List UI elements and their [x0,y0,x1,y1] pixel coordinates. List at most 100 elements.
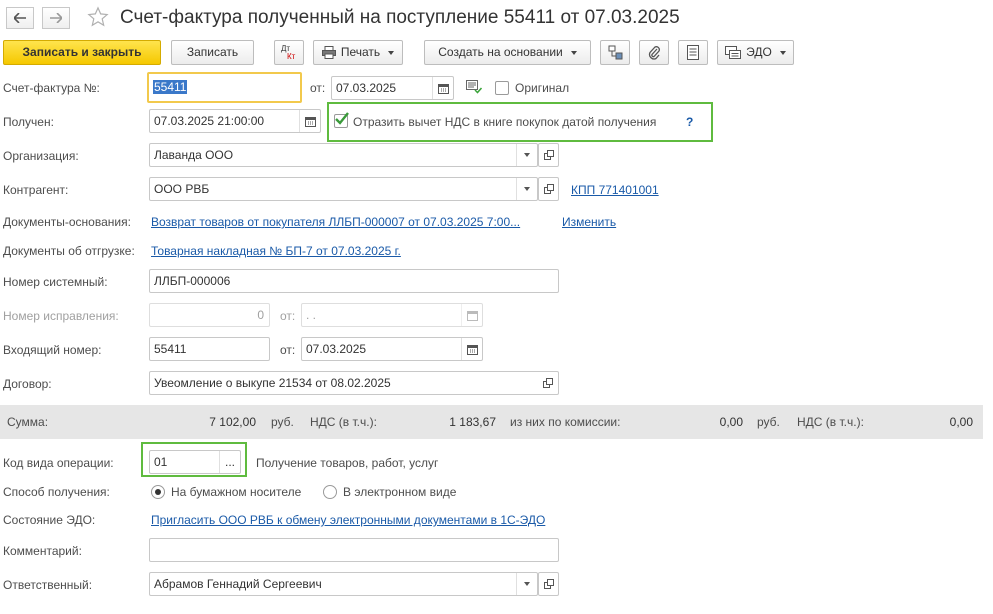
received-datetime-input[interactable]: 07.03.2025 21:00:00 [149,109,321,133]
organization-value: Лаванда ООО [154,148,234,162]
write-and-close-button[interactable]: Записать и закрыть [3,40,161,65]
write-button[interactable]: Записать [171,40,254,65]
totals-bar: Сумма: 7 102,00 руб. НДС (в т.ч.): 1 183… [0,405,983,439]
correction-date-value: . . [306,308,317,322]
contractor-value: ООО РВБ [154,182,210,196]
edo-button[interactable]: ЭДО [717,40,794,65]
write-label: Записать [186,45,239,59]
attach-button[interactable] [639,40,669,65]
vat-value: 1 183,67 [449,415,496,429]
open-window-icon [543,184,554,194]
responsible-label: Ответственный: [3,578,93,592]
correction-date-input: . . [301,303,483,327]
registry-journal-icon[interactable] [466,80,483,97]
contractor-label: Контрагент: [3,183,69,197]
sum-value: 7 102,00 [209,415,256,429]
organization-label: Организация: [3,149,79,163]
sum-currency: руб. [271,415,294,429]
dropdown-arrow-icon[interactable] [516,573,537,595]
dt-kt-icon: Дт Кт [281,43,296,61]
chevron-down-icon [388,50,395,55]
responsible-open-button[interactable] [538,572,559,596]
incoming-number-label: Входящий номер: [3,343,102,357]
correction-number-input: 0 [149,303,270,327]
print-label: Печать [340,45,381,59]
dropdown-arrow-icon[interactable] [516,144,537,166]
calendar-icon[interactable] [461,338,482,360]
printer-icon [321,46,336,59]
incoming-date-from-label: от: [280,343,296,357]
change-base-documents-link[interactable]: Изменить [562,214,616,230]
contractor-select[interactable]: ООО РВБ [149,177,538,201]
responsible-select[interactable]: Абрамов Геннадий Сергеевич [149,572,538,596]
operation-code-label: Код вида операции: [3,456,114,470]
method-paper-radio[interactable] [151,485,165,499]
kpp-link[interactable]: КПП 771401001 [571,182,659,198]
edo-exchange-icon [725,46,742,59]
print-button[interactable]: Печать [313,40,403,65]
checkmark-icon [335,112,349,125]
contract-value: Увеомление о выкупе 21534 от 08.02.2025 [154,376,391,390]
edo-state-label: Состояние ЭДО: [3,513,96,527]
structure-button[interactable] [600,40,630,65]
vat-label: НДС (в т.ч.): [310,415,377,429]
favorite-star-icon[interactable] [87,6,109,31]
edo-invite-link[interactable]: Пригласить ООО РВБ к обмену электронными… [151,512,545,528]
method-paper-label: На бумажном носителе [171,485,302,499]
write-and-close-label: Записать и закрыть [22,45,142,59]
open-window-icon [543,150,554,160]
contract-input[interactable]: Увеомление о выкупе 21534 от 08.02.2025 [149,371,559,395]
shipment-documents-label: Документы об отгрузке: [3,244,135,258]
calendar-icon[interactable] [299,110,320,132]
base-documents-label: Документы-основания: [3,215,131,229]
open-contract-icon[interactable] [538,372,558,394]
calendar-icon [461,304,482,326]
invoice-number-value: 55411 [153,80,188,94]
incoming-date-input[interactable]: 07.03.2025 [301,337,483,361]
correction-number-value: 0 [257,308,264,322]
incoming-number-value: 55411 [154,342,187,356]
system-number-input[interactable]: ЛЛБП-000006 [149,269,559,293]
arrow-right-icon [50,13,62,23]
original-label: Оригинал [515,81,570,95]
calendar-icon[interactable] [432,77,453,99]
operation-code-input[interactable]: 01 ... [149,450,241,474]
system-number-label: Номер системный: [3,275,108,289]
report-button[interactable] [678,40,708,65]
received-datetime-value: 07.03.2025 21:00:00 [154,114,265,128]
organization-open-button[interactable] [538,143,559,167]
choose-button[interactable]: ... [219,451,240,473]
organization-select[interactable]: Лаванда ООО [149,143,538,167]
dropdown-arrow-icon[interactable] [516,178,537,200]
arrow-left-icon [14,13,26,23]
method-electronic-radio[interactable] [323,485,337,499]
invoice-date-value: 07.03.2025 [336,81,397,95]
chevron-down-icon [779,50,786,55]
create-based-on-button[interactable]: Создать на основании [424,40,591,65]
vat2-value: 0,00 [949,415,973,429]
paperclip-icon [648,46,660,60]
vat-deduction-label: Отразить вычет НДС в книге покупок датой… [353,115,657,129]
commission-label: из них по комиссии: [510,415,621,429]
received-label: Получен: [3,115,54,129]
invoice-date-input[interactable]: 07.03.2025 [331,76,454,100]
vat-deduction-checkbox[interactable] [334,112,349,128]
commission-currency: руб. [757,415,780,429]
comment-label: Комментарий: [3,544,82,558]
comment-input[interactable] [149,538,559,562]
original-checkbox[interactable] [495,81,509,95]
back-button[interactable] [6,7,34,29]
create-based-on-label: Создать на основании [438,45,563,59]
forward-button[interactable] [42,7,70,29]
help-link[interactable]: ? [686,114,693,130]
list-report-icon [687,45,699,60]
shipment-documents-link[interactable]: Товарная накладная № БП-7 от 07.03.2025 … [151,243,401,259]
dt-kt-button[interactable]: Дт Кт [274,40,304,65]
invoice-number-label: Счет-фактура №: [3,81,100,95]
contractor-open-button[interactable] [538,177,559,201]
invoice-number-input[interactable]: 55411 [147,72,302,103]
method-electronic-label: В электронном виде [343,485,457,499]
base-documents-link[interactable]: Возврат товаров от покупателя ЛЛБП-00000… [151,214,520,230]
vat2-label: НДС (в т.ч.): [797,415,864,429]
incoming-number-input[interactable]: 55411 [149,337,270,361]
